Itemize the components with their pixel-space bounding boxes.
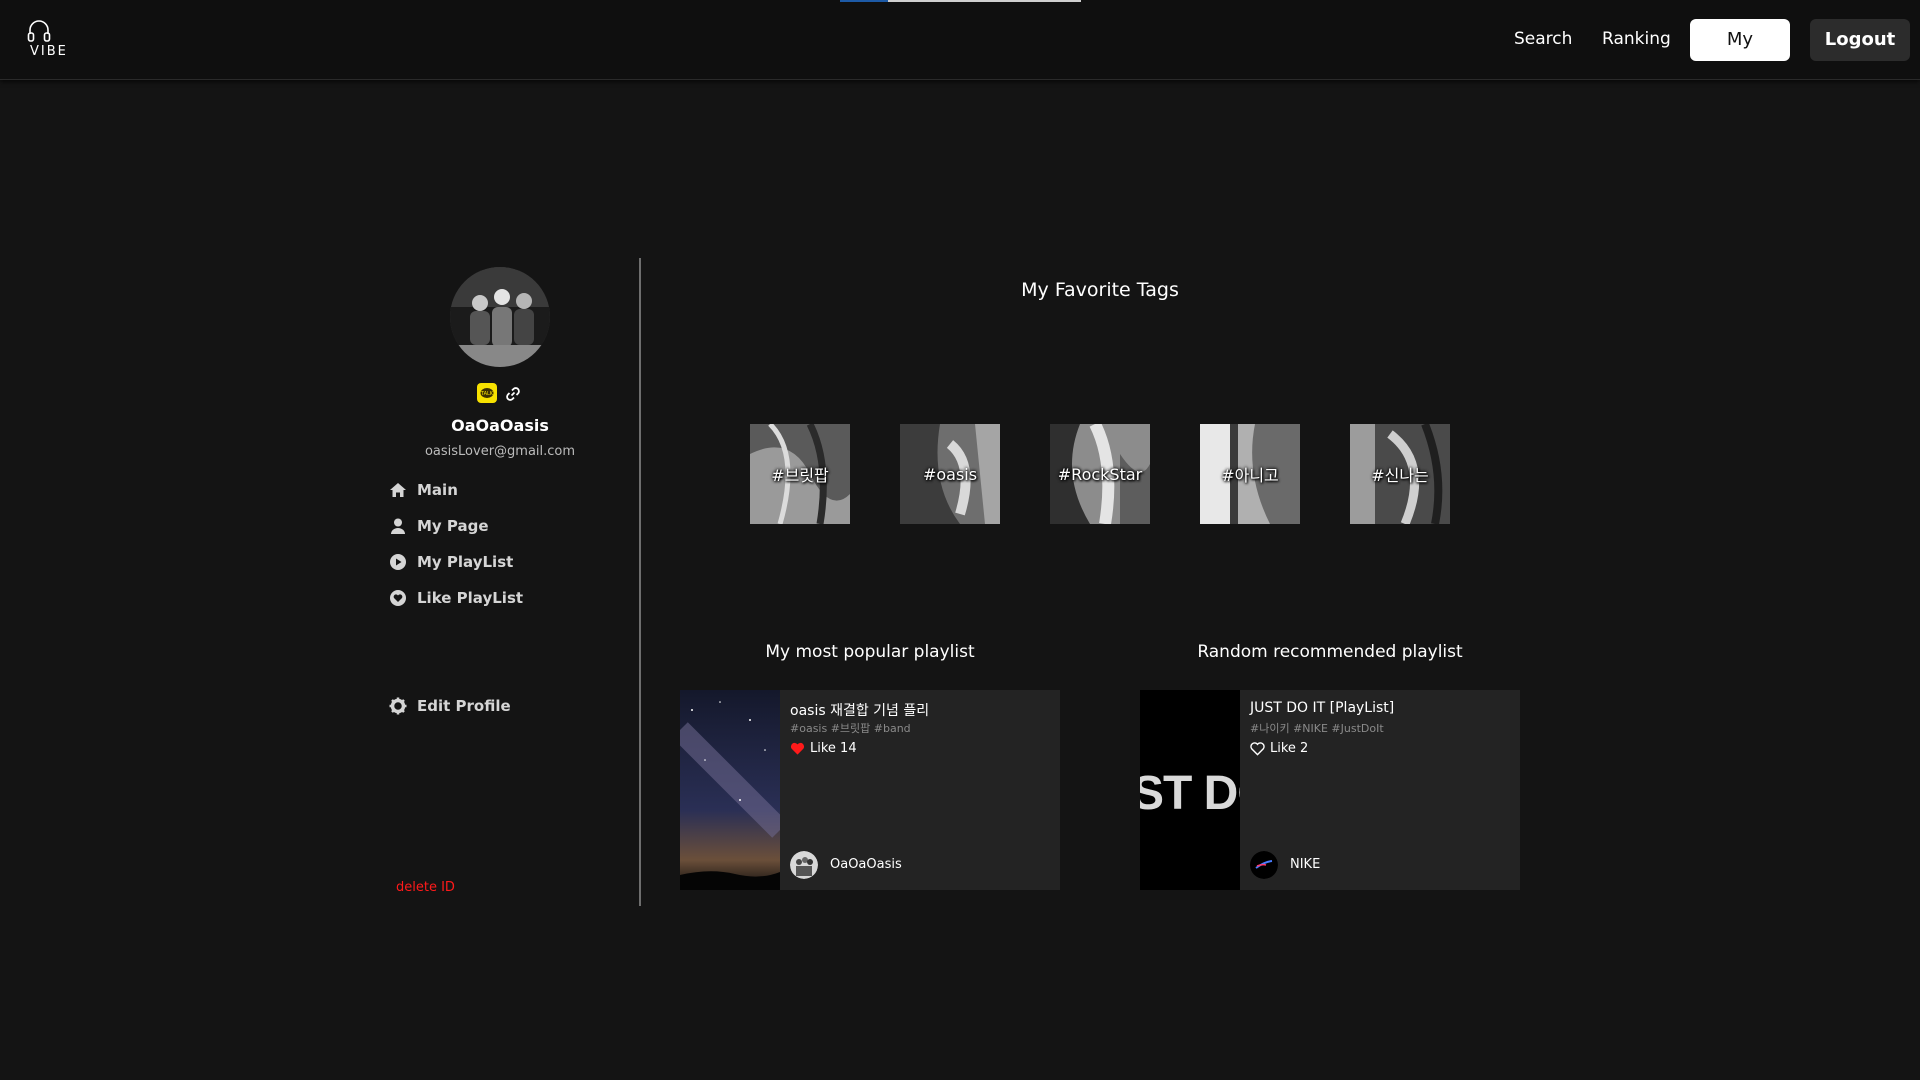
sidebar-item-label: Main: [417, 481, 458, 499]
sidebar-item-label: My PlayList: [417, 553, 514, 571]
heart-circle-icon: [390, 590, 406, 606]
owner-avatar: [1250, 851, 1278, 879]
playlist-title: JUST DO IT [PlayList]: [1250, 700, 1395, 716]
playlist-thumbnail: [680, 690, 780, 890]
tag-label: #아니고: [1221, 466, 1279, 485]
profile-avatar: [450, 267, 550, 367]
like-count[interactable]: Like 2: [1250, 741, 1308, 756]
top-header: VIBE Search Ranking My Logout: [0, 0, 1920, 80]
tag-tile[interactable]: #RockStar: [1050, 424, 1150, 524]
owner-name: OaOaOasis: [830, 857, 902, 872]
owner-name: NIKE: [1290, 857, 1321, 872]
sidebar-divider: [639, 258, 641, 906]
night-sky-image: [680, 690, 780, 890]
profile-email: oasisLover@gmail.com: [424, 444, 576, 459]
edit-profile-label: Edit Profile: [417, 697, 511, 715]
play-circle-icon: [390, 554, 406, 570]
popular-playlist-title: My most popular playlist: [765, 642, 975, 662]
nav-ranking-link[interactable]: Ranking: [1602, 29, 1671, 49]
edit-profile-button[interactable]: Edit Profile: [389, 697, 511, 715]
like-label: Like 14: [810, 741, 857, 756]
avatar-photo: [450, 267, 550, 367]
heart-filled-icon: [790, 742, 805, 755]
popular-playlist-card[interactable]: oasis 재결합 기념 플리 #oasis #브릿팝 #band Like 1…: [680, 690, 1060, 890]
sidebar-item-my-playlist[interactable]: My PlayList: [389, 553, 513, 571]
nav-search-link[interactable]: Search: [1514, 29, 1572, 49]
tag-label: #브릿팝: [771, 466, 829, 485]
user-icon: [391, 518, 405, 534]
sidebar-item-my-page[interactable]: My Page: [389, 517, 489, 535]
owner-avatar: [790, 851, 818, 879]
logout-button[interactable]: Logout: [1810, 19, 1910, 61]
delete-id-link[interactable]: delete ID: [396, 880, 455, 895]
playlist-title: oasis 재결합 기념 플리: [790, 703, 930, 719]
random-playlist-card[interactable]: ST DO JUST DO IT [PlayList] #나이키 #NIKE #…: [1140, 690, 1520, 890]
playlist-thumbnail: ST DO: [1140, 690, 1240, 890]
playlist-tags: #나이키 #NIKE #JustDoIt: [1250, 722, 1384, 735]
vibe-logo[interactable]: VIBE: [26, 18, 78, 60]
random-playlist-title: Random recommended playlist: [1197, 642, 1463, 662]
like-count[interactable]: Like 14: [790, 741, 857, 756]
logo-wordmark: VIBE: [30, 44, 68, 59]
page-progress-bar: [840, 0, 1081, 2]
kakao-icon: TALK: [477, 383, 497, 403]
link-icon[interactable]: [503, 384, 523, 404]
page-progress-fill: [840, 0, 889, 2]
tag-tile[interactable]: #신나는: [1350, 424, 1450, 524]
favorite-tags-title: My Favorite Tags: [1021, 279, 1179, 301]
tag-tile[interactable]: #oasis: [900, 424, 1000, 524]
home-icon: [390, 483, 406, 497]
sidebar-item-label: My Page: [417, 517, 489, 535]
my-button[interactable]: My: [1690, 19, 1790, 61]
tag-label: #RockStar: [1057, 464, 1143, 484]
tag-label: #신나는: [1371, 466, 1429, 485]
like-label: Like 2: [1270, 741, 1309, 756]
tag-label: #oasis: [922, 464, 978, 484]
tag-tile[interactable]: #브릿팝: [750, 424, 850, 524]
heart-outline-icon: [1250, 742, 1265, 756]
tag-tile[interactable]: #아니고: [1200, 424, 1300, 524]
sidebar-item-main[interactable]: Main: [389, 481, 458, 499]
gear-icon: [389, 697, 407, 715]
headphones-icon: [27, 20, 51, 42]
svg-text:TALK: TALK: [480, 391, 494, 397]
sidebar-item-label: Like PlayList: [417, 589, 524, 607]
playlist-tags: #oasis #브릿팝 #band: [790, 722, 911, 735]
sidebar-item-like-playlist[interactable]: Like PlayList: [389, 589, 523, 607]
thumbnail-text: ST DO: [1140, 767, 1240, 820]
profile-name: OaOaOasis: [451, 416, 549, 435]
